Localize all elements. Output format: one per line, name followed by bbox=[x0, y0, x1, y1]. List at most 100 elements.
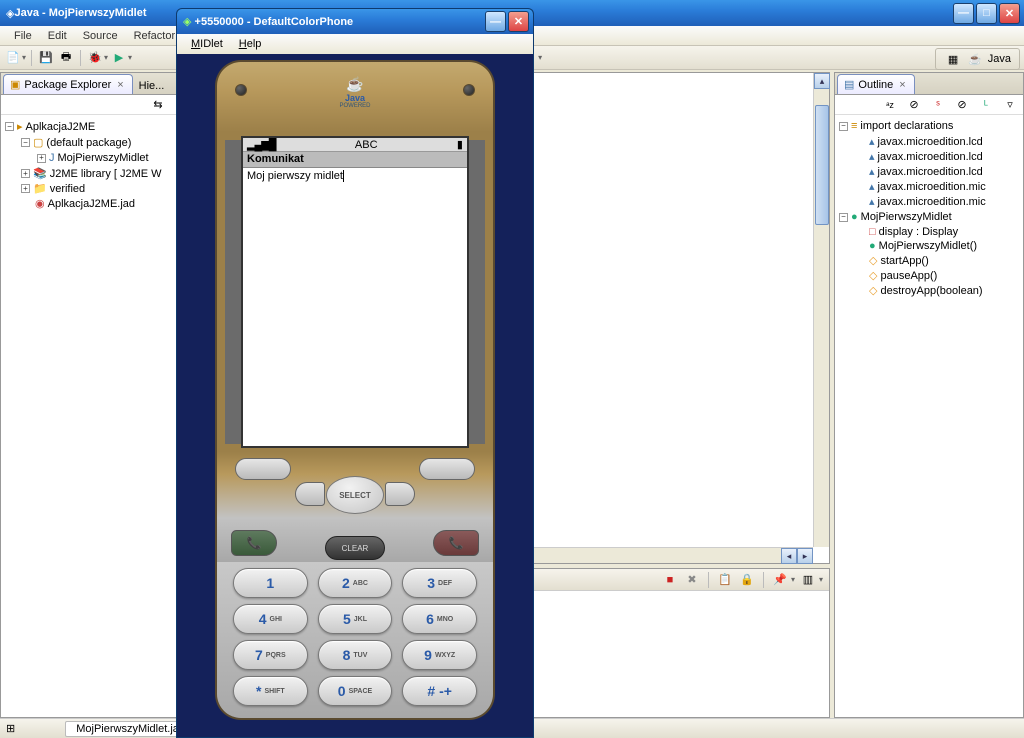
scroll-lock-button[interactable]: 🔒 bbox=[738, 571, 756, 589]
key-4[interactable]: 4GHI bbox=[233, 604, 308, 634]
remove-launch-button[interactable]: ✖ bbox=[683, 571, 701, 589]
dropdown-icon[interactable]: ▾ bbox=[538, 53, 542, 62]
perspective-label[interactable]: Java bbox=[988, 53, 1011, 65]
member-node[interactable]: ●MojPierwszyMidlet() bbox=[855, 239, 983, 253]
key-0[interactable]: 0SPACE bbox=[318, 676, 393, 706]
import-node[interactable]: ▴javax.microedition.mic bbox=[855, 194, 986, 209]
debug-button[interactable]: 🐞 bbox=[86, 49, 104, 67]
jad-file-node[interactable]: ◉AplkacjaJ2ME.jad bbox=[21, 196, 162, 211]
folder-node[interactable]: +📁verified bbox=[21, 181, 162, 196]
close-button[interactable]: ✕ bbox=[508, 11, 529, 32]
textbox-body[interactable]: Moj pierwszy midlet bbox=[243, 168, 467, 446]
run-dropdown-icon[interactable]: ▾ bbox=[128, 53, 132, 62]
vertical-scrollbar[interactable]: ▴ bbox=[813, 73, 829, 547]
member-node[interactable]: □display : Display bbox=[855, 225, 983, 239]
scroll-up-icon[interactable]: ▴ bbox=[814, 73, 830, 89]
close-icon[interactable]: × bbox=[115, 79, 125, 91]
import-node[interactable]: ▴javax.microedition.lcd bbox=[855, 164, 986, 179]
display-console-button[interactable]: ▥ bbox=[799, 571, 817, 589]
collapse-all-button[interactable]: ⇆ bbox=[149, 96, 167, 114]
hide-local-button[interactable]: ᴸ bbox=[977, 96, 995, 114]
sort-button[interactable]: ᵃz bbox=[881, 96, 899, 114]
java-file-node[interactable]: +JMojPierwszyMidlet bbox=[37, 151, 149, 165]
key-number: 8 bbox=[343, 647, 351, 663]
menu-midlet[interactable]: MIDlet bbox=[183, 36, 231, 52]
new-dropdown-icon[interactable]: ▾ bbox=[22, 53, 26, 62]
emulator-titlebar[interactable]: ◈ +5550000 - DefaultColorPhone — ✕ bbox=[176, 8, 534, 34]
package-node[interactable]: −▢(default package) bbox=[21, 135, 162, 150]
key-label: GHI bbox=[270, 616, 282, 623]
key-7[interactable]: 7PQRS bbox=[233, 640, 308, 670]
print-button[interactable]: 🖶 bbox=[57, 49, 75, 67]
key-5[interactable]: 5JKL bbox=[318, 604, 393, 634]
scroll-right-icon[interactable]: ▸ bbox=[797, 548, 813, 564]
hide-nonpublic-button[interactable]: ⊘ bbox=[953, 96, 971, 114]
close-button[interactable]: ✕ bbox=[999, 3, 1020, 24]
key-3[interactable]: 3DEF bbox=[402, 568, 477, 598]
right-softkey[interactable] bbox=[419, 458, 475, 480]
expand-icon[interactable]: + bbox=[21, 184, 30, 193]
scrollbar-thumb[interactable] bbox=[815, 105, 829, 225]
key-# -+[interactable]: # -+ bbox=[402, 676, 477, 706]
text-cursor bbox=[343, 170, 344, 182]
expand-icon[interactable]: + bbox=[37, 154, 46, 163]
import-node[interactable]: ▴javax.microedition.lcd bbox=[855, 149, 986, 164]
minimize-button[interactable]: — bbox=[953, 3, 974, 24]
menu-edit[interactable]: Edit bbox=[40, 28, 75, 44]
menu-file[interactable]: File bbox=[6, 28, 40, 44]
key-*[interactable]: *SHIFT bbox=[233, 676, 308, 706]
open-perspective-button[interactable]: ▦ bbox=[944, 50, 962, 68]
clear-button[interactable]: CLEAR bbox=[325, 536, 385, 560]
collapse-icon[interactable]: − bbox=[839, 213, 848, 222]
member-node[interactable]: ◇pauseApp() bbox=[855, 268, 983, 283]
select-button[interactable]: SELECT bbox=[326, 476, 384, 514]
hide-static-button[interactable]: ˢ bbox=[929, 96, 947, 114]
close-icon[interactable]: × bbox=[897, 79, 907, 91]
key-8[interactable]: 8TUV bbox=[318, 640, 393, 670]
pin-console-button[interactable]: 📌 bbox=[771, 571, 789, 589]
dpad-left[interactable] bbox=[295, 482, 325, 506]
class-node[interactable]: −●MojPierwszyMidlet bbox=[839, 210, 1019, 224]
dpad-right[interactable] bbox=[385, 482, 415, 506]
member-node[interactable]: ◇startApp() bbox=[855, 253, 983, 268]
call-button[interactable]: 📞 bbox=[231, 530, 277, 556]
key-6[interactable]: 6MNO bbox=[402, 604, 477, 634]
import-node[interactable]: ▴javax.microedition.mic bbox=[855, 179, 986, 194]
jad-icon: ◉ bbox=[35, 197, 45, 210]
hangup-button[interactable]: 📞 bbox=[433, 530, 479, 556]
dropdown-icon[interactable]: ▾ bbox=[791, 575, 795, 584]
key-1[interactable]: 1 bbox=[233, 568, 308, 598]
member-node[interactable]: ◇destroyApp(boolean) bbox=[855, 283, 983, 298]
collapse-icon[interactable]: − bbox=[839, 122, 848, 131]
maximize-button[interactable]: □ bbox=[976, 3, 997, 24]
package-explorer-tab[interactable]: ▣ Package Explorer × bbox=[3, 74, 133, 94]
run-button[interactable]: ▶ bbox=[110, 49, 128, 67]
menu-refactor[interactable]: Refactor bbox=[126, 28, 184, 44]
expand-icon[interactable]: + bbox=[21, 169, 30, 178]
menu-source[interactable]: Source bbox=[75, 28, 126, 44]
key-2[interactable]: 2ABC bbox=[318, 568, 393, 598]
library-node[interactable]: +📚J2ME library [ J2ME W bbox=[21, 166, 162, 181]
member-icon: ● bbox=[869, 240, 876, 252]
collapse-icon[interactable]: − bbox=[5, 122, 14, 131]
dropdown-icon[interactable]: ▾ bbox=[819, 575, 823, 584]
hierarchy-tab[interactable]: Hie... bbox=[133, 78, 171, 94]
left-softkey[interactable] bbox=[235, 458, 291, 480]
menu-help[interactable]: Help bbox=[231, 36, 270, 52]
terminate-button[interactable]: ■ bbox=[661, 571, 679, 589]
minimize-button[interactable]: — bbox=[485, 11, 506, 32]
outline-tab[interactable]: ▤ Outline × bbox=[837, 74, 915, 94]
package-icon: ▢ bbox=[33, 136, 43, 149]
new-button[interactable]: 📄 bbox=[4, 49, 22, 67]
view-menu-icon[interactable]: ▿ bbox=[1001, 96, 1019, 114]
key-9[interactable]: 9WXYZ bbox=[402, 640, 477, 670]
scroll-left-icon[interactable]: ◂ bbox=[781, 548, 797, 564]
collapse-icon[interactable]: − bbox=[21, 138, 30, 147]
save-button[interactable]: 💾 bbox=[37, 49, 55, 67]
hide-fields-button[interactable]: ⊘ bbox=[905, 96, 923, 114]
imports-node[interactable]: −≡import declarations bbox=[839, 119, 1019, 133]
clear-console-button[interactable]: 📋 bbox=[716, 571, 734, 589]
import-node[interactable]: ▴javax.microedition.lcd bbox=[855, 134, 986, 149]
phone-top-bezel: ☕ Java POWERED bbox=[215, 60, 495, 132]
debug-dropdown-icon[interactable]: ▾ bbox=[104, 53, 108, 62]
